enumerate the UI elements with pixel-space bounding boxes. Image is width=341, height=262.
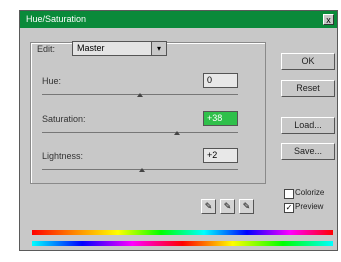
saturation-slider-track[interactable] (42, 132, 238, 133)
colorize-label: Colorize (295, 188, 325, 197)
adjusted-color-bar (32, 241, 333, 246)
hue-slider-thumb[interactable] (137, 93, 143, 97)
hue-value-field[interactable]: 0 (203, 73, 238, 88)
eyedropper-plus-icon[interactable]: ✎ (220, 199, 235, 214)
save-button[interactable]: Save... (281, 143, 335, 160)
load-button[interactable]: Load... (281, 117, 335, 134)
edit-select[interactable]: Master ▾ (72, 41, 167, 56)
preview-label: Preview (295, 202, 324, 211)
lightness-slider-thumb[interactable] (138, 168, 145, 172)
preview-checkbox[interactable]: ✓ (284, 203, 294, 213)
window-title: Hue/Saturation (26, 14, 87, 24)
lightness-value-field[interactable]: +2 (203, 148, 238, 163)
ok-button[interactable]: OK (281, 53, 335, 70)
title-bar[interactable]: Hue/Saturation x (20, 11, 337, 28)
eyedropper-minus-icon[interactable]: ✎ (239, 199, 254, 214)
hue-label: Hue: (42, 76, 62, 86)
hue-saturation-dialog: Hue/Saturation x Edit: Master ▾ Hue: 0 S… (19, 10, 338, 251)
saturation-slider-thumb[interactable] (174, 131, 181, 135)
close-button[interactable]: x (323, 14, 334, 25)
saturation-label: Saturation: (42, 114, 86, 124)
colorize-checkbox[interactable] (284, 189, 294, 199)
dropdown-arrow-icon[interactable]: ▾ (151, 42, 166, 55)
lightness-label: Lightness: (42, 151, 84, 161)
saturation-value-field[interactable]: +38 (203, 111, 238, 126)
edit-label: Edit: (37, 44, 56, 54)
eyedropper-icon[interactable]: ✎ (201, 199, 216, 214)
source-color-bar (32, 230, 333, 235)
reset-button[interactable]: Reset (281, 80, 335, 97)
edit-select-value: Master (77, 43, 105, 53)
